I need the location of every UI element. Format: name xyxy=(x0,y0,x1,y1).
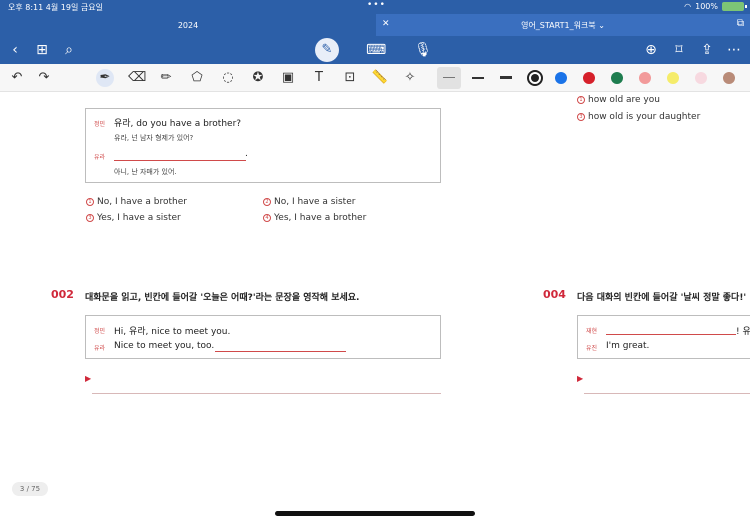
dialogue-box-q4: 재현 ! 유 유진 I'm great. xyxy=(577,315,750,359)
dialogue-line: 유라, do you have a brother? xyxy=(114,119,242,129)
tab-2024[interactable]: 2024 xyxy=(0,14,376,36)
color-swatch-blue[interactable] xyxy=(555,72,567,84)
question-number: 002 xyxy=(51,288,74,301)
redo-icon[interactable]: ↷ xyxy=(35,69,53,87)
battery-percent: 100% xyxy=(695,2,718,11)
main-toolbar: ‹ ⊞ ⌕ ✎ ⌨ 🎙 ⊕ ⌑ ⇪ ⋯ xyxy=(0,36,750,64)
eraser-icon[interactable]: ⌫ xyxy=(128,69,146,87)
option-text: how old is your daughter xyxy=(588,112,701,122)
microphone-icon[interactable]: 🎙 xyxy=(414,41,432,59)
option-number: 4 xyxy=(263,214,271,222)
close-tab-icon[interactable]: ✕ xyxy=(382,19,390,29)
option-text: No, I have a brother xyxy=(97,197,187,207)
sticker-icon[interactable]: ✪ xyxy=(249,69,267,87)
dialogue-line: Hi, 유라, nice to meet you. xyxy=(114,327,231,337)
dialogue-line: ! 유 xyxy=(736,327,750,337)
undo-icon[interactable]: ↶ xyxy=(8,69,26,87)
question-number: 004 xyxy=(543,288,566,301)
question-prompt: 다음 대화의 빈칸에 들어갈 '날씨 정말 좋다!' xyxy=(577,293,747,303)
answer-blank[interactable] xyxy=(606,334,736,335)
dialogue-translation: 아니, 난 자매가 있어. xyxy=(114,168,177,176)
more-icon[interactable]: ⋯ xyxy=(725,41,743,59)
image-icon[interactable]: ▣ xyxy=(279,69,297,87)
status-date: 4월 19일 금요일 xyxy=(45,3,103,12)
speaker-label: 유진 xyxy=(586,345,598,352)
pen-tool-icon[interactable]: ✒ xyxy=(96,69,114,87)
status-bar: 오후 8:11 4월 19일 금요일 ••• ◠ 100% xyxy=(0,0,750,14)
option-text: Yes, I have a brother xyxy=(274,213,367,223)
dialogue-punct: . xyxy=(245,149,248,159)
text-box-icon[interactable]: T xyxy=(310,69,328,87)
speaker-label: 재현 xyxy=(586,328,598,335)
tab-workbook[interactable]: ✕ 영어_START1_워크북 ⌄ ⧉ xyxy=(376,14,750,36)
multitask-dots[interactable]: ••• xyxy=(367,0,386,10)
tab-label: 2024 xyxy=(177,20,199,30)
answer-line[interactable] xyxy=(584,393,750,394)
shape-tool-icon[interactable]: ⬠ xyxy=(188,69,206,87)
line-medium-icon[interactable] xyxy=(472,77,484,79)
answer-option[interactable]: 3 Yes, I have a sister xyxy=(86,213,181,223)
answer-arrow-icon: ▶ xyxy=(577,374,584,383)
document-tabs: 2024 ✕ 영어_START1_워크북 ⌄ ⧉ xyxy=(0,14,750,36)
line-thin-selected[interactable] xyxy=(437,67,461,89)
speaker-label: 유라 xyxy=(94,154,106,161)
image-search-icon[interactable]: ⊡ xyxy=(341,69,359,87)
color-swatch-green[interactable] xyxy=(611,72,623,84)
speaker-label: 정민 xyxy=(94,328,106,335)
home-indicator[interactable] xyxy=(275,511,475,516)
color-swatch-pink[interactable] xyxy=(639,72,651,84)
option-text: No, I have a sister xyxy=(274,197,356,207)
color-swatch-light-pink[interactable] xyxy=(695,72,707,84)
speaker-label: 정민 xyxy=(94,121,106,128)
speaker-label: 유라 xyxy=(94,345,106,352)
pencil-mode-icon[interactable]: ✎ xyxy=(315,38,339,62)
split-view-icon[interactable]: ⧉ xyxy=(737,18,744,29)
color-swatch-black[interactable] xyxy=(531,74,539,82)
option-text: how old are you xyxy=(588,95,660,105)
line-thin-icon[interactable] xyxy=(443,77,455,78)
answer-option[interactable]: 1 No, I have a brother xyxy=(86,197,187,207)
back-icon[interactable]: ‹ xyxy=(6,41,24,59)
answer-blank[interactable] xyxy=(215,351,346,352)
dialogue-line: I'm great. xyxy=(606,341,650,351)
keyboard-icon[interactable]: ⌨ xyxy=(366,41,386,59)
wifi-icon: ◠ xyxy=(684,2,692,11)
ruler-icon[interactable]: 📏 xyxy=(371,69,389,87)
lasso-icon[interactable]: ◌ xyxy=(219,69,237,87)
answer-option[interactable]: 4 Yes, I have a brother xyxy=(263,213,366,223)
option-text: Yes, I have a sister xyxy=(97,213,181,223)
answer-option[interactable]: 1 how old are you xyxy=(577,95,660,105)
dialogue-box-q1: 정민 유라, do you have a brother? 유라, 넌 남자 형… xyxy=(85,108,441,183)
option-number: 1 xyxy=(577,96,585,104)
thumbnails-grid-icon[interactable]: ⊞ xyxy=(33,41,51,59)
answer-option[interactable]: 2 No, I have a sister xyxy=(263,197,355,207)
answer-option[interactable]: 3 how old is your daughter xyxy=(577,112,700,122)
bookmark-icon[interactable]: ⌑ xyxy=(670,41,688,59)
search-icon[interactable]: ⌕ xyxy=(60,41,78,59)
option-number: 3 xyxy=(86,214,94,222)
color-swatch-yellow[interactable] xyxy=(667,72,679,84)
page-indicator[interactable]: 3 / 75 xyxy=(12,482,48,496)
answer-line[interactable] xyxy=(92,393,441,394)
dialogue-line: Nice to meet you, too. xyxy=(114,341,215,351)
question-prompt: 대화문을 읽고, 빈칸에 들어갈 '오늘은 어때?'라는 문장을 영작해 보세요… xyxy=(85,293,360,303)
answer-arrow-icon: ▶ xyxy=(85,374,92,383)
laser-pointer-icon[interactable]: ✧ xyxy=(401,69,419,87)
new-page-icon[interactable]: ⊕ xyxy=(642,41,660,59)
highlighter-icon[interactable]: ✏ xyxy=(157,69,175,87)
dialogue-box-q2: 정민 Hi, 유라, nice to meet you. 유라 Nice to … xyxy=(85,315,441,359)
option-number: 2 xyxy=(263,198,271,206)
battery-icon xyxy=(722,2,747,11)
dialogue-translation: 유라, 넌 남자 형제가 있어? xyxy=(114,134,194,142)
status-time: 오후 8:11 xyxy=(8,3,44,12)
color-swatch-red[interactable] xyxy=(583,72,595,84)
color-swatch-brown[interactable] xyxy=(723,72,735,84)
line-thick-icon[interactable] xyxy=(500,76,512,79)
share-icon[interactable]: ⇪ xyxy=(698,41,716,59)
option-number: 1 xyxy=(86,198,94,206)
answer-blank[interactable] xyxy=(114,160,246,161)
option-number: 3 xyxy=(577,113,585,121)
pen-toolbar: ↶ ↷ ✒ ⌫ ✏ ⬠ ◌ ✪ ▣ T ⊡ 📏 ✧ xyxy=(0,64,750,92)
tab-label: 영어_START1_워크북 ⌄ xyxy=(521,20,605,30)
